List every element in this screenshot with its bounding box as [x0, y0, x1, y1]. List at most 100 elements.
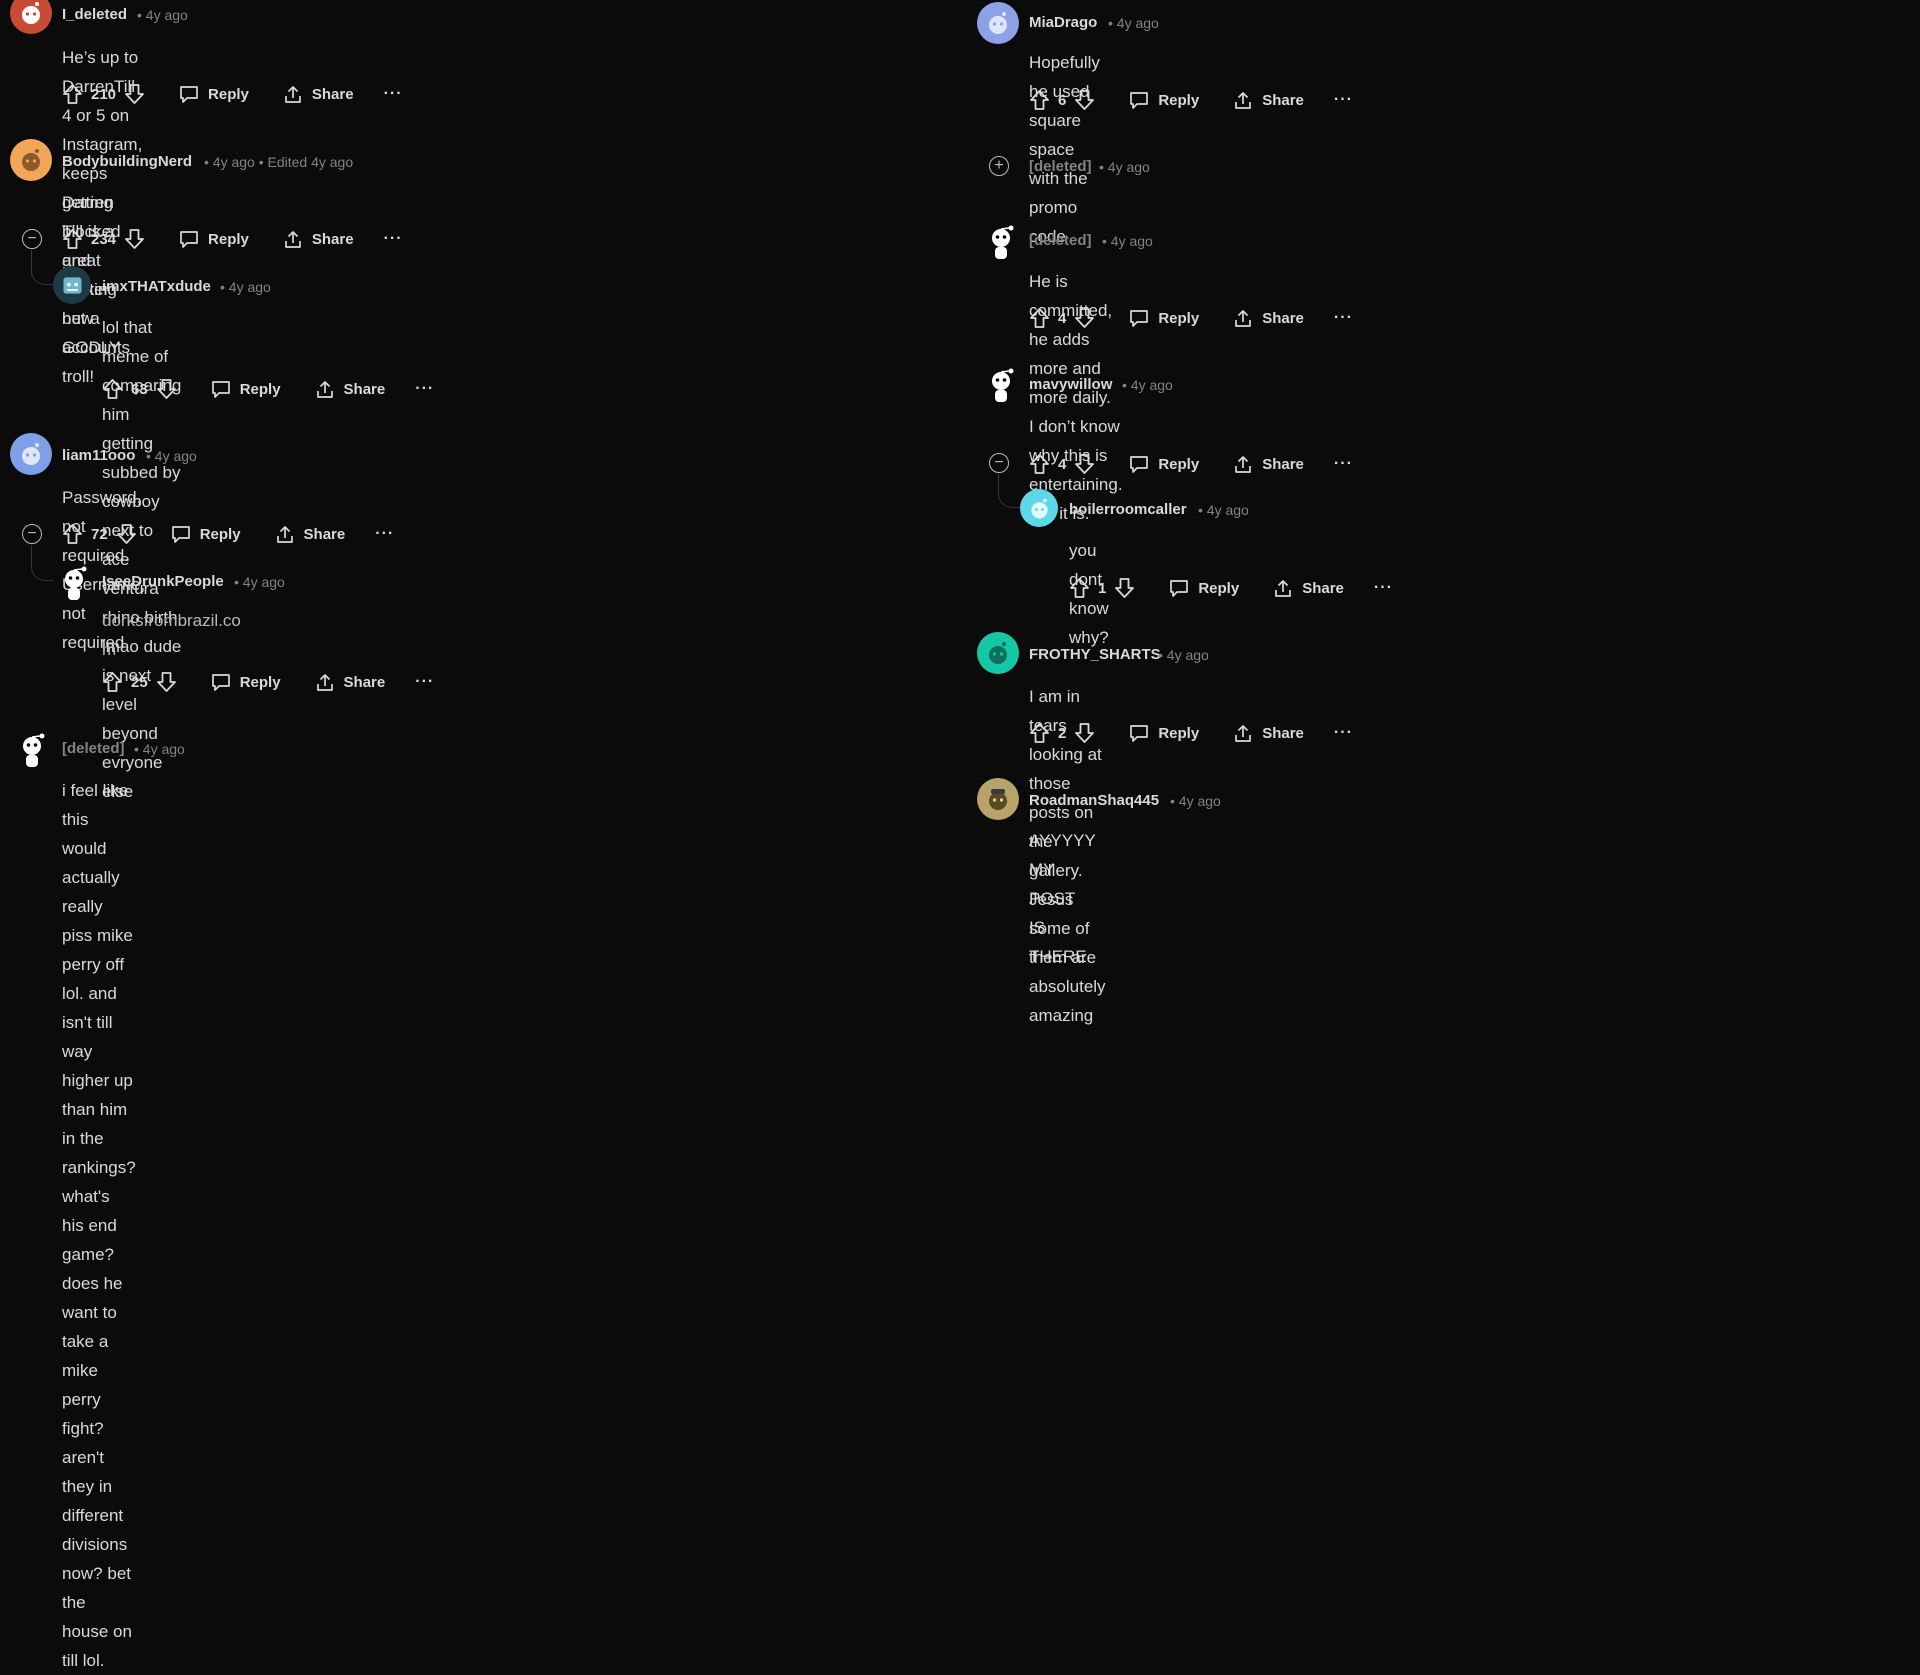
- upvote-arrow-icon[interactable]: [1029, 89, 1050, 111]
- more-options-button[interactable]: ···: [384, 230, 403, 248]
- snoo-avatar-icon: [65, 566, 87, 600]
- downvote-arrow-icon[interactable]: [1074, 722, 1095, 744]
- upvote-arrow-icon[interactable]: [102, 671, 123, 693]
- downvote-arrow-icon[interactable]: [156, 378, 177, 400]
- reply-button[interactable]: Reply: [1129, 91, 1199, 110]
- more-options-button[interactable]: ···: [415, 380, 434, 398]
- reply-button[interactable]: Reply: [1169, 579, 1239, 598]
- share-button[interactable]: Share: [283, 230, 354, 249]
- comment-author[interactable]: RoadmanShaq445: [1029, 792, 1159, 809]
- avatar[interactable]: [10, 433, 52, 475]
- more-options-button[interactable]: ···: [375, 525, 394, 543]
- reply-label: Reply: [1198, 579, 1240, 597]
- share-button[interactable]: Share: [1233, 91, 1304, 110]
- more-options-button[interactable]: ···: [1334, 724, 1353, 742]
- share-button[interactable]: Share: [275, 525, 345, 544]
- upvote-arrow-icon[interactable]: [1029, 453, 1050, 475]
- avatar[interactable]: [53, 266, 91, 304]
- thread-connector: [998, 477, 1021, 508]
- more-options-button[interactable]: ···: [384, 85, 403, 103]
- downvote-arrow-icon[interactable]: [1074, 307, 1095, 329]
- comment-author[interactable]: FROTHY_SHARTS: [1029, 646, 1161, 663]
- avatar[interactable]: [977, 778, 1019, 820]
- upvote-arrow-icon[interactable]: [1029, 722, 1050, 744]
- avatar[interactable]: [54, 562, 96, 604]
- upvote-arrow-icon[interactable]: [102, 378, 123, 400]
- more-options-button[interactable]: ···: [1374, 579, 1393, 597]
- share-button[interactable]: Share: [283, 85, 354, 104]
- speech-bubble-icon: [211, 380, 230, 398]
- comment-author[interactable]: I_deleted: [62, 6, 127, 23]
- comment-author[interactable]: BodybuildingNerd: [62, 153, 192, 170]
- downvote-arrow-icon[interactable]: [124, 83, 145, 105]
- vote-group: 4: [1029, 453, 1095, 475]
- more-options-button[interactable]: ···: [415, 673, 434, 691]
- share-button[interactable]: Share: [1273, 579, 1344, 598]
- comment-author[interactable]: MiaDrago: [1029, 14, 1097, 31]
- vote-group: 6: [1029, 89, 1095, 111]
- downvote-arrow-icon[interactable]: [1074, 89, 1095, 111]
- downvote-arrow-icon[interactable]: [1114, 577, 1135, 599]
- speech-bubble-icon: [1130, 455, 1149, 473]
- reply-button[interactable]: Reply: [1129, 724, 1199, 743]
- upvote-arrow-icon[interactable]: [62, 228, 83, 250]
- avatar[interactable]: [981, 221, 1023, 263]
- upvote-arrow-icon[interactable]: [1029, 307, 1050, 329]
- share-label: Share: [1262, 91, 1304, 109]
- snoo-avatar-icon: [989, 789, 1007, 810]
- collapse-thread-button[interactable]: −: [22, 229, 42, 249]
- comment-timestamp: • 4y ago: [1108, 15, 1159, 31]
- more-options-button[interactable]: ···: [1334, 91, 1353, 109]
- downvote-arrow-icon[interactable]: [124, 228, 145, 250]
- reply-label: Reply: [1158, 309, 1200, 327]
- comment-timestamp: • 4y ago: [1102, 233, 1153, 249]
- collapse-thread-button[interactable]: −: [989, 453, 1009, 473]
- share-upload-icon: [316, 380, 333, 398]
- vote-count: 4: [1058, 309, 1067, 327]
- avatar[interactable]: [12, 729, 54, 771]
- reply-button[interactable]: Reply: [171, 525, 241, 544]
- avatar[interactable]: [977, 2, 1019, 44]
- collapse-thread-button[interactable]: −: [22, 524, 42, 544]
- comment-author[interactable]: mavywillow: [1029, 376, 1112, 393]
- share-button[interactable]: Share: [315, 673, 385, 692]
- snoo-avatar-icon: [992, 368, 1014, 402]
- speech-bubble-icon: [171, 525, 190, 543]
- comment-author[interactable]: imxTHATxdude: [102, 278, 211, 295]
- share-upload-icon: [316, 673, 333, 691]
- share-label: Share: [311, 85, 354, 103]
- reply-button[interactable]: Reply: [179, 85, 249, 104]
- minus-circle-icon: −: [994, 454, 1004, 471]
- downvote-arrow-icon[interactable]: [116, 523, 137, 545]
- avatar[interactable]: [981, 364, 1023, 406]
- upvote-arrow-icon[interactable]: [62, 83, 83, 105]
- comment-body: Hopefully he used square space with the …: [1029, 53, 1100, 246]
- comment-actions: 6 Reply Share ···: [1029, 86, 1353, 114]
- upvote-arrow-icon[interactable]: [62, 523, 83, 545]
- comment-author: [deleted]: [62, 740, 125, 757]
- share-button[interactable]: Share: [1233, 455, 1304, 474]
- reply-button[interactable]: Reply: [211, 380, 281, 399]
- more-options-button[interactable]: ···: [1334, 455, 1353, 473]
- more-options-button[interactable]: ···: [1334, 309, 1353, 327]
- reply-button[interactable]: Reply: [1129, 309, 1199, 328]
- reply-button[interactable]: Reply: [1129, 455, 1199, 474]
- share-button[interactable]: Share: [315, 380, 385, 399]
- comment-actions: 1 Reply Share ···: [1069, 574, 1393, 602]
- avatar[interactable]: [10, 0, 52, 34]
- comment-author[interactable]: boilerroomcaller: [1069, 501, 1187, 518]
- share-button[interactable]: Share: [1233, 309, 1304, 328]
- expand-thread-button[interactable]: +: [989, 156, 1009, 176]
- upvote-arrow-icon[interactable]: [1069, 577, 1090, 599]
- reply-button[interactable]: Reply: [211, 673, 281, 692]
- avatar[interactable]: [1020, 489, 1058, 527]
- avatar[interactable]: [10, 139, 52, 181]
- downvote-arrow-icon[interactable]: [156, 671, 177, 693]
- reply-button[interactable]: Reply: [179, 230, 249, 249]
- comment-author[interactable]: liam11ooo: [62, 447, 135, 464]
- avatar[interactable]: [977, 632, 1019, 674]
- downvote-arrow-icon[interactable]: [1074, 453, 1095, 475]
- comment-author[interactable]: IseeDrunkPeople: [102, 573, 224, 590]
- share-button[interactable]: Share: [1233, 724, 1304, 743]
- comment-actions: 25 Reply Share ···: [102, 668, 434, 696]
